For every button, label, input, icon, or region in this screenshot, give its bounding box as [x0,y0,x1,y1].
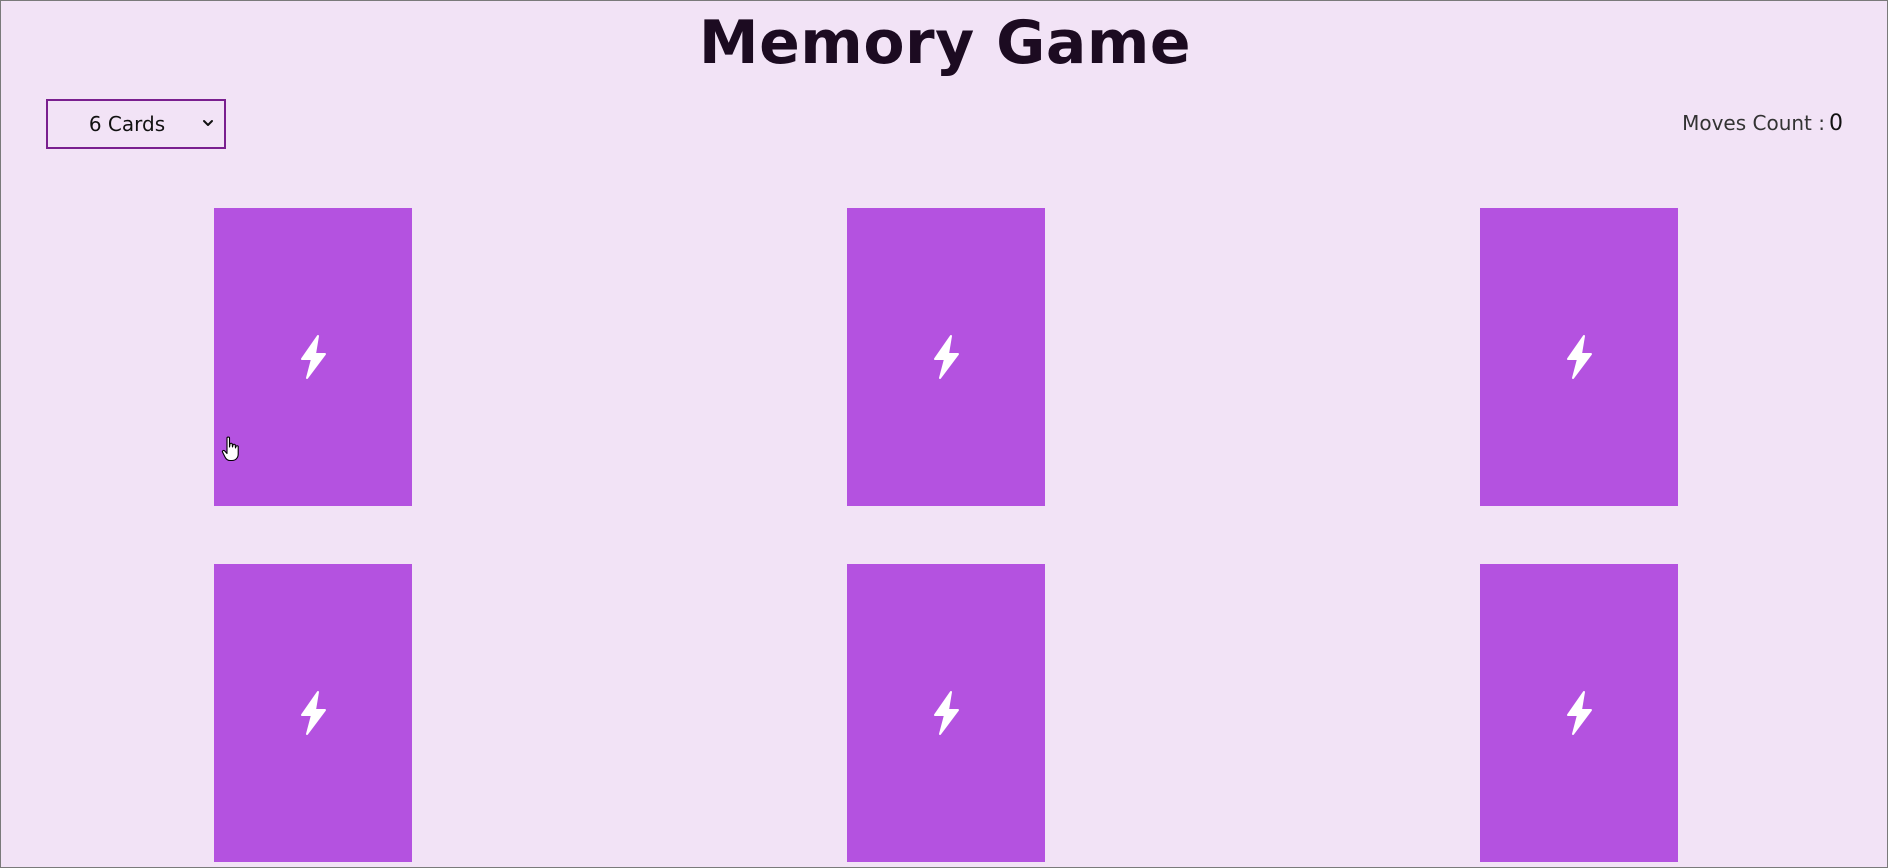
moves-count-value: 0 [1829,111,1843,136]
card-3[interactable] [1480,208,1678,506]
lightning-bolt-icon [299,335,327,379]
card-count-selected-value: 6 Cards [88,112,166,136]
moves-count-label: Moves Count : [1682,111,1825,135]
lightning-bolt-icon [299,691,327,735]
lightning-bolt-icon [1565,335,1593,379]
lightning-bolt-icon [932,691,960,735]
card-4[interactable] [214,564,412,862]
lightning-bolt-icon [932,335,960,379]
card-2[interactable] [847,208,1045,506]
page-title: Memory Game [698,8,1192,78]
card-5[interactable] [847,564,1045,862]
card-count-select[interactable]: 6 Cards [46,99,226,149]
card-1[interactable] [214,208,412,506]
moves-counter: Moves Count : 0 [1682,111,1843,136]
card-6[interactable] [1480,564,1678,862]
chevron-down-icon [203,120,213,126]
lightning-bolt-icon [1565,691,1593,735]
hand-pointer-cursor-icon [221,436,239,462]
